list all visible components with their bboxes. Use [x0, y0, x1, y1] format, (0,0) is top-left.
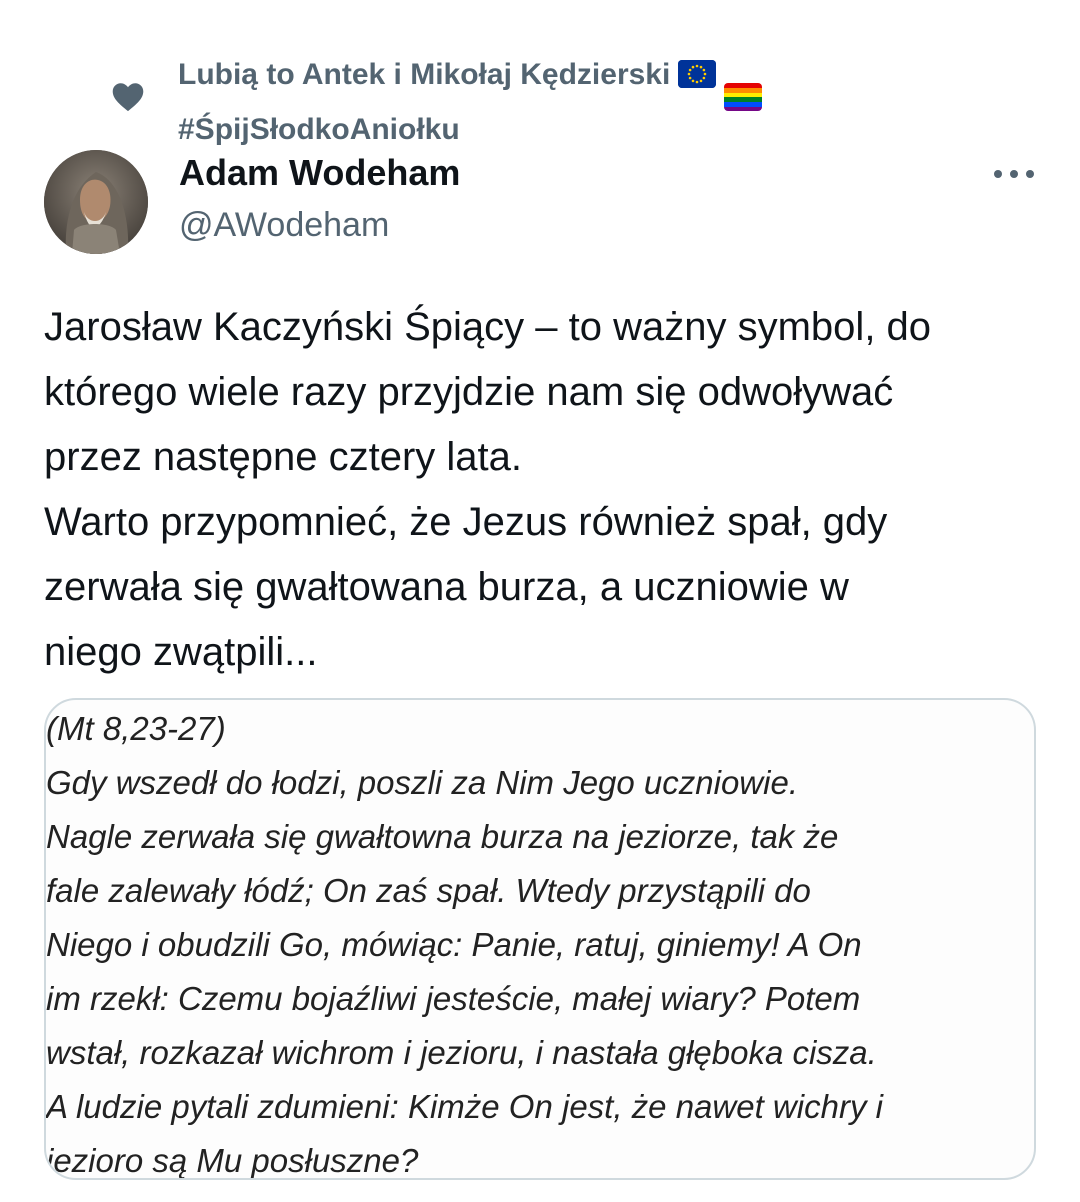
tweet-line: przez następne cztery lata. — [44, 435, 523, 479]
tweet-line: Jarosław Kaczyński Śpiący – to ważny sym… — [44, 305, 932, 349]
heart-icon — [112, 83, 144, 112]
tweet-line: którego wiele razy przyjdzie nam się odw… — [44, 370, 894, 414]
tweet-line: Warto przypomnieć, że Jezus również spał… — [44, 500, 888, 544]
tweet-line: zerwała się gwałtowana burza, a uczniowi… — [44, 565, 849, 609]
verse-line: im rzekł: Czemu bojaźliwi jesteście, mał… — [46, 980, 861, 1017]
tweet-text: Jarosław Kaczyński Śpiący – to ważny sym… — [44, 295, 1044, 685]
verse-line: (Mt 8,23-27) — [46, 710, 226, 747]
social-context-hashtag[interactable]: #ŚpijSłodkoAniołku — [178, 111, 1038, 149]
verse-line: Gdy wszedł do łodzi, poszli za Nim Jego … — [46, 764, 798, 801]
rainbow-flag-icon — [724, 83, 763, 112]
verse-line: wstał, rozkazał wichrom i jezioru, i nas… — [46, 1034, 877, 1071]
verse-line: fale zalewały łódź; On zaś spał. Wtedy p… — [46, 872, 811, 909]
author-handle[interactable]: @AWodeham — [179, 206, 389, 245]
tweet-media-image[interactable]: (Mt 8,23-27) Gdy wszedł do łodzi, poszli… — [44, 698, 1036, 1180]
more-options-icon[interactable] — [992, 164, 1036, 184]
author-name[interactable]: Adam Wodeham — [179, 152, 460, 194]
social-context[interactable]: Lubią to Antek i Mikołaj Kędzierski #Śpi… — [178, 56, 1038, 149]
social-context-text: Lubią to Antek i Mikołaj Kędzierski — [178, 58, 671, 91]
verse-line: Niego i obudzili Go, mówiąc: Panie, ratu… — [46, 926, 862, 963]
verse-line: jezioro są Mu posłuszne? — [46, 1142, 419, 1179]
verse-text: (Mt 8,23-27) Gdy wszedł do łodzi, poszli… — [46, 702, 1034, 1179]
verse-line: A ludzie pytali zdumieni: Kimże On jest,… — [46, 1088, 883, 1125]
verse-line: Nagle zerwała się gwałtowna burza na jez… — [46, 818, 839, 855]
tweet-line: niego zwątpili... — [44, 630, 318, 674]
avatar[interactable] — [44, 150, 148, 254]
eu-flag-icon — [678, 60, 717, 88]
